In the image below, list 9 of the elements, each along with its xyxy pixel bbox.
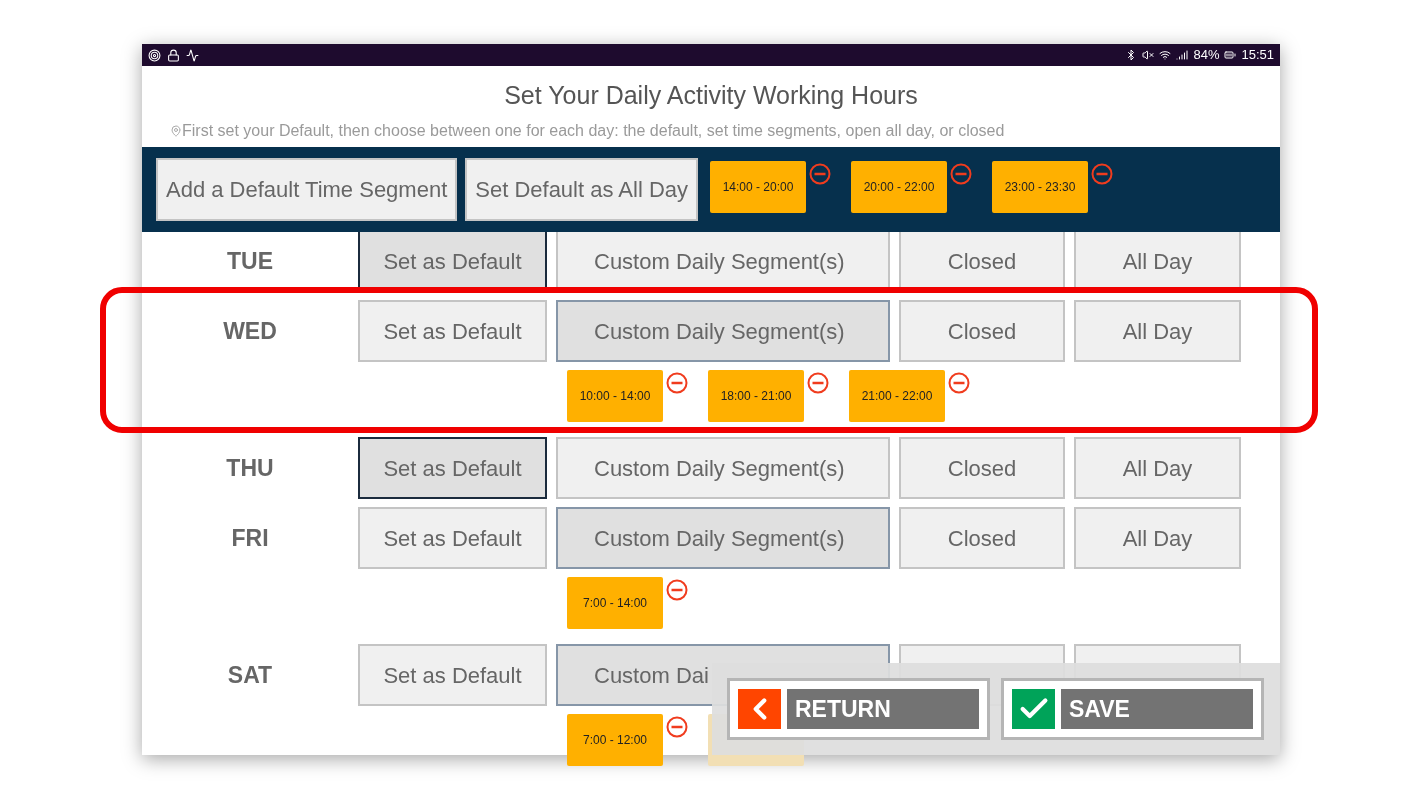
battery-level: 84% <box>1193 46 1220 65</box>
hint-text: First set your Default, then choose between one for each day: the default, set time segments, open all day, or closed <box>182 120 1005 141</box>
day-label: THU <box>225 453 275 483</box>
day-label: WED <box>222 316 278 346</box>
day-label: SAT <box>226 660 274 690</box>
page-title: Set Your Daily Activity Working Hours <box>504 80 918 111</box>
day-label: FRI <box>230 523 270 553</box>
clock-time: 15:51 <box>1241 46 1274 65</box>
day-label: TUE <box>226 246 274 276</box>
